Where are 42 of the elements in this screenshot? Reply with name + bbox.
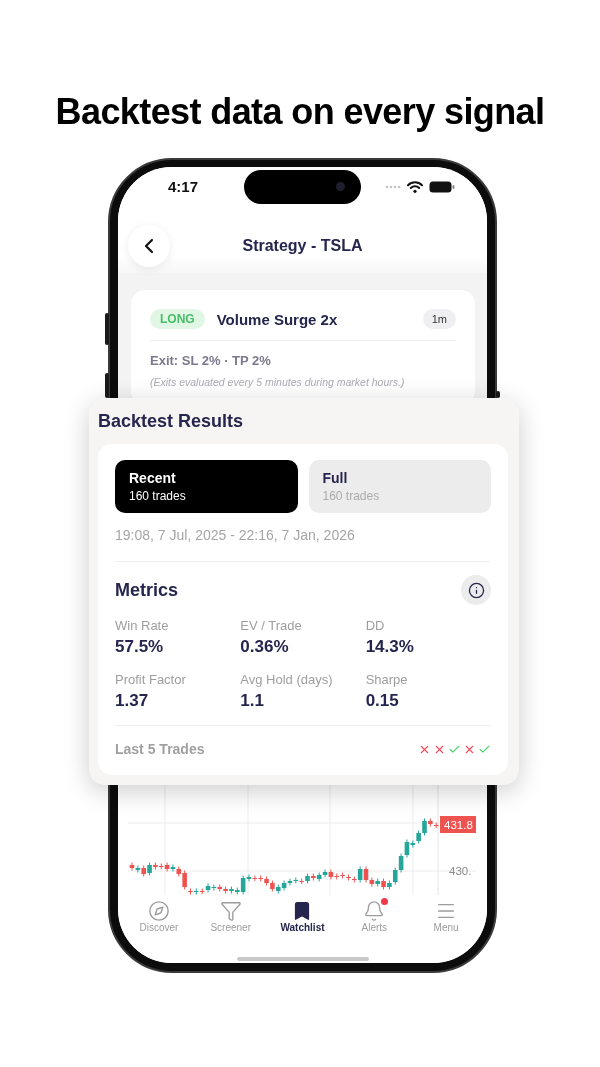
compass-icon — [147, 900, 170, 922]
range-tab[interactable]: Recent 160 trades — [115, 460, 298, 513]
side-button[interactable] — [496, 391, 500, 398]
nav-tab[interactable]: Discover — [123, 895, 195, 963]
signal-name: Volume Surge 2x — [216, 310, 338, 328]
direction-tag: LONG — [150, 309, 205, 329]
date-range: 19:08, 7 Jul, 2025 - 22:16, 7 Jan, 2026 — [115, 527, 356, 543]
back-button[interactable] — [128, 224, 170, 267]
funnel-icon — [219, 900, 242, 922]
metric-label: Profit Factor — [115, 672, 186, 688]
metric-label: Sharpe — [365, 672, 408, 688]
signal-icon — [385, 184, 401, 189]
metric-value: 14.3% — [365, 637, 414, 657]
bell-icon — [363, 900, 386, 922]
info-icon — [467, 581, 485, 599]
metric-value: 0.15 — [365, 691, 399, 711]
battery-icon — [429, 180, 455, 193]
metric-label: Avg Hold (days) — [240, 672, 333, 688]
wifi-icon — [407, 180, 423, 193]
metric-label: DD — [365, 618, 385, 634]
metric-value: 0.36% — [240, 637, 289, 657]
price-axis-label: 430. — [449, 865, 472, 877]
nav-tab[interactable]: Watchlist — [266, 895, 339, 963]
metric-value: 57.5% — [115, 637, 164, 657]
status-time: 4:17 — [167, 178, 199, 195]
section-title: Metrics — [115, 579, 179, 601]
timeframe-tag: 1m — [422, 309, 456, 329]
last-trades-label: Last 5 Trades — [115, 741, 205, 757]
nav-tab[interactable]: Menu — [410, 895, 482, 963]
card-title: Backtest Results — [98, 410, 245, 432]
range-tab[interactable]: Full 160 trades — [308, 460, 491, 513]
price-tag: 431.8 — [440, 816, 476, 833]
metric-label: Win Rate — [115, 618, 169, 634]
metric-label: EV / Trade — [240, 618, 302, 634]
metric-value: 1.1 — [240, 691, 264, 711]
info-button[interactable] — [461, 575, 491, 605]
screen-title: Strategy - TSLA — [242, 236, 363, 255]
nav-tab[interactable]: Screener — [194, 895, 267, 963]
exit-rule: Exit: SL 2% · TP 2% — [150, 353, 272, 369]
metric-value: 1.37 — [115, 691, 149, 711]
headline: Backtest data on every signal — [54, 90, 546, 134]
exit-note: (Exits evaluated every 5 minutes during market hours.) — [150, 375, 406, 389]
